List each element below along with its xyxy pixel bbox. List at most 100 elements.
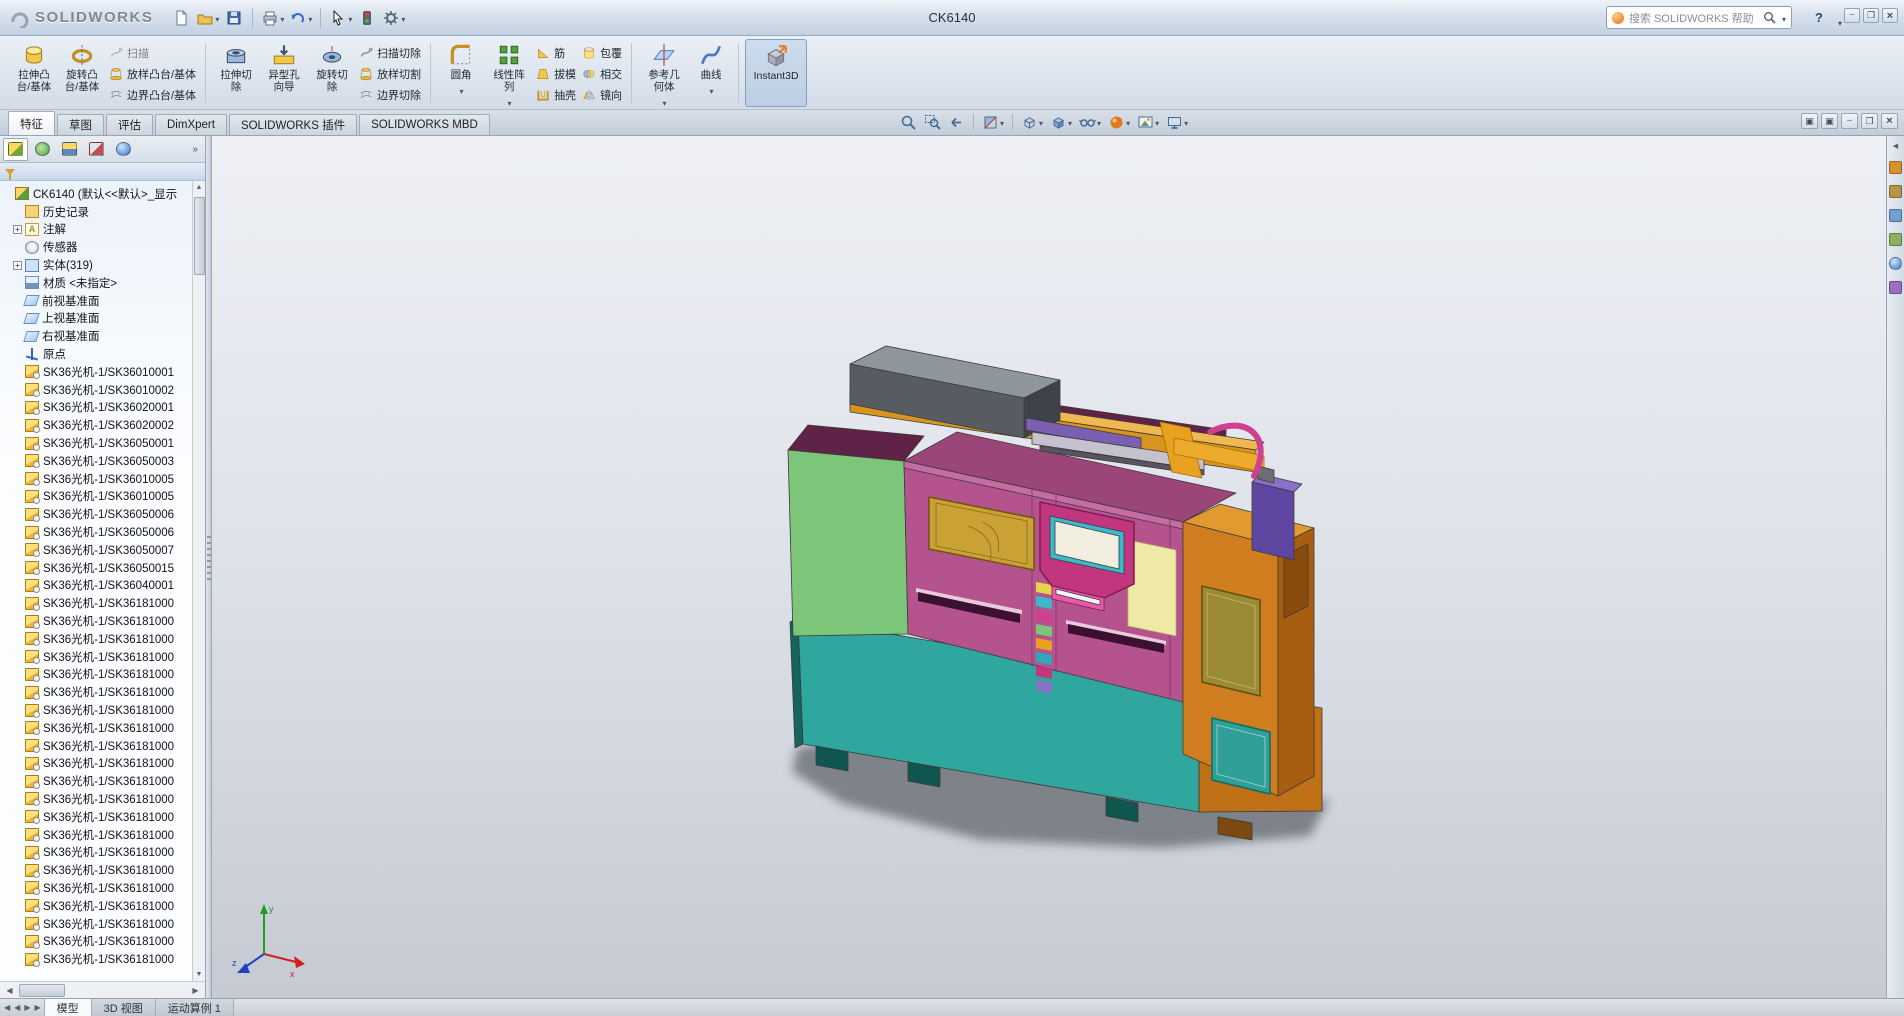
scrollbar-thumb[interactable] <box>193 197 205 275</box>
tree-item[interactable]: SK36光机-1/SK36181000 <box>0 932 191 950</box>
doc-minimize-button[interactable] <box>1841 113 1858 129</box>
more-tabs-chevron-icon[interactable] <box>192 144 202 155</box>
restore-button[interactable] <box>1863 8 1879 23</box>
tree-expander[interactable]: + <box>13 224 22 234</box>
tree-item[interactable]: 上视基准面 <box>0 310 191 328</box>
tree-expander[interactable] <box>13 830 22 839</box>
tree-item[interactable]: SK36光机-1/SK36181000 <box>0 861 191 879</box>
tree-item[interactable]: + 实体(319) <box>0 256 191 274</box>
tree-item[interactable]: SK36光机-1/SK36181000 <box>0 594 191 612</box>
file-explorer-icon[interactable] <box>1889 209 1902 222</box>
chevron-down-icon[interactable] <box>507 93 512 111</box>
tree-item[interactable]: SK36光机-1/SK36050001 <box>0 434 191 452</box>
previous-view-button[interactable] <box>946 112 967 132</box>
tree-expander[interactable] <box>13 492 22 501</box>
tree-expander[interactable] <box>13 421 22 430</box>
tab-configurationmanager[interactable] <box>57 138 82 161</box>
tree-item[interactable]: SK36光机-1/SK36010005 <box>0 470 191 488</box>
tree-item[interactable]: CK6140 (默认<<默认>_显示 <box>0 185 191 203</box>
tree-item[interactable]: SK36光机-1/SK36181000 <box>0 683 191 701</box>
prev-tab-icon[interactable] <box>14 1003 20 1012</box>
custom-properties-icon[interactable] <box>1889 281 1902 294</box>
wrap-button[interactable]: 包覆 <box>579 44 625 61</box>
tree-expander[interactable] <box>13 456 22 465</box>
first-tab-icon[interactable] <box>4 1003 10 1012</box>
rib-button[interactable]: 筋 <box>533 44 579 61</box>
tree-item[interactable]: SK36光机-1/SK36050015 <box>0 559 191 577</box>
lofted-cut-button[interactable]: 放样切割 <box>356 65 424 82</box>
tree-item[interactable]: SK36光机-1/SK36010001 <box>0 363 191 381</box>
draft-button[interactable]: 拔模 <box>533 65 579 82</box>
tree-item[interactable]: 传感器 <box>0 238 191 256</box>
tree-expander[interactable] <box>13 723 22 732</box>
swept-boss-button[interactable]: 扫描 <box>106 44 199 61</box>
last-tab-icon[interactable] <box>34 1003 40 1012</box>
tab-propertymanager[interactable] <box>30 138 55 161</box>
close-button[interactable] <box>1882 8 1898 23</box>
linear-pattern-button[interactable]: 线性阵 列 <box>485 39 533 107</box>
chevron-down-icon[interactable] <box>459 81 464 99</box>
tree-expander[interactable] <box>13 439 22 448</box>
tree-expander[interactable] <box>13 794 22 803</box>
tree-expander[interactable] <box>13 777 22 786</box>
tree-item[interactable]: SK36光机-1/SK36181000 <box>0 897 191 915</box>
hole-wizard-button[interactable]: 异型孔 向导 <box>260 39 308 107</box>
tree-expander[interactable] <box>3 189 12 198</box>
next-tab-icon[interactable] <box>24 1003 30 1012</box>
bottom-tab[interactable]: 模型 <box>43 999 92 1016</box>
tree-expander[interactable] <box>13 617 22 626</box>
tree-expander[interactable] <box>13 866 22 875</box>
tree-expander[interactable] <box>13 955 22 964</box>
chevron-down-icon[interactable] <box>662 93 667 111</box>
scroll-right-icon[interactable] <box>188 984 203 997</box>
rebuild-button[interactable] <box>355 5 379 31</box>
tree-item[interactable]: SK36光机-1/SK36050006 <box>0 523 191 541</box>
split-window-button[interactable] <box>1801 113 1818 129</box>
help-button[interactable]: ? <box>1810 8 1828 28</box>
apply-scene-button[interactable] <box>1135 112 1161 132</box>
bottom-tab[interactable]: 运动算例 1 <box>154 999 234 1016</box>
tree-expander[interactable] <box>13 848 22 857</box>
tree-expander[interactable] <box>13 385 22 394</box>
tree-expander[interactable] <box>13 350 22 359</box>
tree-expander[interactable] <box>13 510 22 519</box>
options-button[interactable] <box>380 5 407 31</box>
tree-item[interactable]: 材质 <未指定> <box>0 274 191 292</box>
lofted-boss-button[interactable]: 放样凸台/基体 <box>106 65 199 82</box>
tree-item[interactable]: SK36光机-1/SK36181000 <box>0 950 191 968</box>
bottom-tab[interactable]: 3D 视图 <box>90 999 156 1016</box>
chevron-down-icon[interactable] <box>999 113 1004 131</box>
zoom-area-button[interactable] <box>922 112 943 132</box>
tree-item[interactable]: SK36光机-1/SK36040001 <box>0 577 191 595</box>
boundary-boss-button[interactable]: 边界凸台/基体 <box>106 86 199 103</box>
tree-expander[interactable] <box>13 919 22 928</box>
view-palette-icon[interactable] <box>1889 233 1902 246</box>
instant3d-button[interactable]: Instant3D <box>745 39 808 107</box>
help-dropdown-icon[interactable] <box>1837 13 1842 31</box>
chevron-down-icon[interactable] <box>1183 113 1188 131</box>
tree-expander[interactable] <box>13 243 22 252</box>
tree-expander[interactable] <box>13 581 22 590</box>
command-tab[interactable]: 评估 <box>106 114 153 135</box>
boundary-cut-button[interactable]: 边界切除 <box>356 86 424 103</box>
tree-expander[interactable] <box>13 706 22 715</box>
select-button[interactable] <box>327 5 354 31</box>
open-button[interactable] <box>194 5 221 31</box>
tree-expander[interactable] <box>13 937 22 946</box>
intersect-button[interactable]: 相交 <box>579 65 625 82</box>
tree-vertical-scrollbar[interactable] <box>192 181 205 981</box>
scroll-left-icon[interactable] <box>2 984 17 997</box>
tree-item[interactable]: SK36光机-1/SK36050006 <box>0 505 191 523</box>
tree-filter-bar[interactable] <box>0 163 205 181</box>
doc-close-button[interactable] <box>1881 113 1898 129</box>
hide-show-items-button[interactable] <box>1077 112 1103 132</box>
tree-item[interactable]: SK36光机-1/SK36181000 <box>0 826 191 844</box>
command-tab[interactable]: 特征 <box>8 111 55 135</box>
tree-expander[interactable] <box>13 670 22 679</box>
tree-expander[interactable]: + <box>13 260 22 270</box>
tree-expander[interactable] <box>13 314 22 323</box>
doc-restore-button[interactable] <box>1861 113 1878 129</box>
tree-item[interactable]: SK36光机-1/SK36181000 <box>0 719 191 737</box>
chevron-down-icon[interactable] <box>1154 113 1159 131</box>
tree-expander[interactable] <box>13 563 22 572</box>
